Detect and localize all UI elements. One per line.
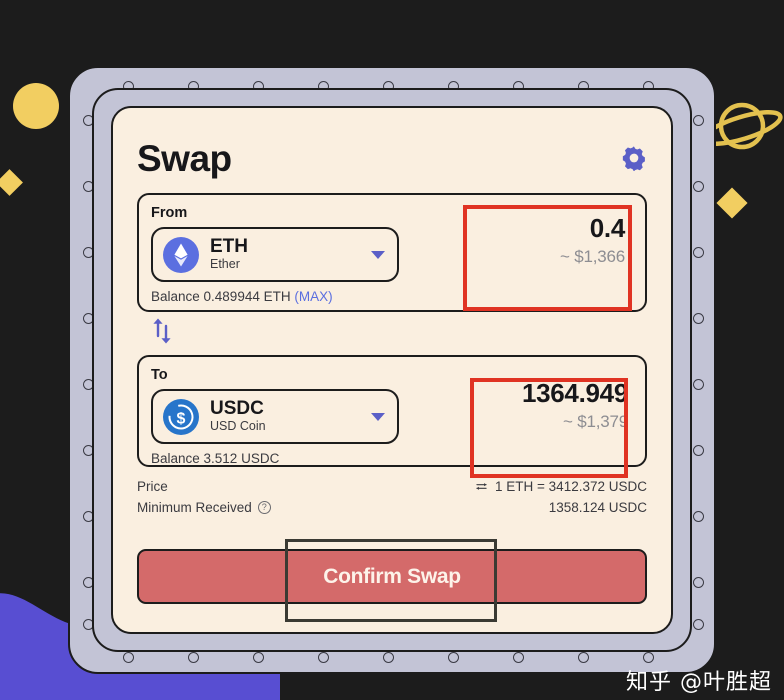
from-amount-area[interactable]: 0.4 ~ $1,366 <box>465 203 635 309</box>
rivet <box>693 247 704 258</box>
rivet <box>693 115 704 126</box>
from-amount-usd: ~ $1,366 <box>559 247 625 267</box>
rivet <box>693 313 704 324</box>
page-title: Swap <box>137 137 232 179</box>
yellow-diamond-right-decoration <box>716 187 748 219</box>
confirm-swap-label: Confirm Swap <box>323 564 461 588</box>
to-token-select[interactable]: $ USDC USD Coin <box>151 389 399 444</box>
to-amount-value: 1364.949 <box>521 378 628 408</box>
rivet <box>693 511 704 522</box>
usdc-icon: $ <box>163 398 199 435</box>
rivet <box>578 652 589 663</box>
from-token-symbol: ETH <box>210 235 248 257</box>
chevron-down-icon[interactable] <box>371 250 385 259</box>
rivet <box>643 652 654 663</box>
rivet <box>123 652 134 663</box>
minimum-received-label: Minimum Received <box>137 500 252 515</box>
to-amount-usd: ~ $1,379 <box>562 412 628 432</box>
rivet <box>693 445 704 456</box>
rivet <box>693 379 704 390</box>
rivet <box>188 652 199 663</box>
yellow-circle-decoration <box>13 83 59 129</box>
max-button[interactable]: (MAX) <box>294 289 332 304</box>
card-header: Swap <box>137 130 647 186</box>
yellow-diamond-left-decoration <box>0 169 23 196</box>
chevron-down-icon[interactable] <box>371 412 385 421</box>
from-token-text: ETH Ether <box>210 235 371 273</box>
from-balance-text: Balance 0.489944 ETH <box>151 289 291 304</box>
rivet <box>448 652 459 663</box>
rivet <box>693 619 704 630</box>
watermark: 知乎 @叶胜超 <box>626 670 772 695</box>
minimum-received-row: Minimum Received ? 1358.124 USDC <box>137 497 647 518</box>
to-amount-area[interactable]: 1364.949 ~ $1,379 <box>479 368 638 468</box>
confirm-swap-button[interactable]: Confirm Swap <box>137 549 647 604</box>
rivet <box>513 652 524 663</box>
from-panel: From ETH Ether Balance 0.489944 ETH (MAX… <box>137 193 647 312</box>
price-row: Price 1 ETH = 3412.372 USDC <box>137 476 647 497</box>
gear-icon[interactable] <box>621 145 647 171</box>
help-circle-icon[interactable]: ? <box>257 501 271 514</box>
price-value: 1 ETH = 3412.372 USDC <box>495 479 647 494</box>
rivet <box>693 181 704 192</box>
rivet <box>253 652 264 663</box>
from-token-name: Ether <box>210 257 240 272</box>
price-value-group: 1 ETH = 3412.372 USDC <box>475 479 647 494</box>
svg-text:$: $ <box>177 410 186 427</box>
background-stage: Swap From ETH Ether Balance 0.489944 ETH… <box>0 0 784 700</box>
to-token-name: USD Coin <box>210 419 266 434</box>
to-token-symbol: USDC <box>210 397 264 419</box>
to-panel: To $ USDC USD Coin Balance 3.512 USDC 13… <box>137 355 647 467</box>
rivet <box>693 577 704 588</box>
from-amount-value: 0.4 <box>589 213 626 243</box>
minimum-received-label-group: Minimum Received ? <box>137 500 271 515</box>
price-label: Price <box>137 479 168 494</box>
rivet <box>383 652 394 663</box>
swap-vertical-arrows-icon[interactable] <box>149 315 175 347</box>
rivet <box>318 652 329 663</box>
swap-horizontal-icon[interactable] <box>475 481 488 492</box>
swap-card: Swap From ETH Ether Balance 0.489944 ETH… <box>111 106 673 634</box>
minimum-received-value: 1358.124 USDC <box>548 500 647 515</box>
to-token-text: USDC USD Coin <box>210 397 371 435</box>
from-token-select[interactable]: ETH Ether <box>151 227 399 282</box>
ethereum-icon <box>163 236 199 273</box>
info-rows: Price 1 ETH = 3412.372 USDC Minimum Rece… <box>137 476 647 518</box>
